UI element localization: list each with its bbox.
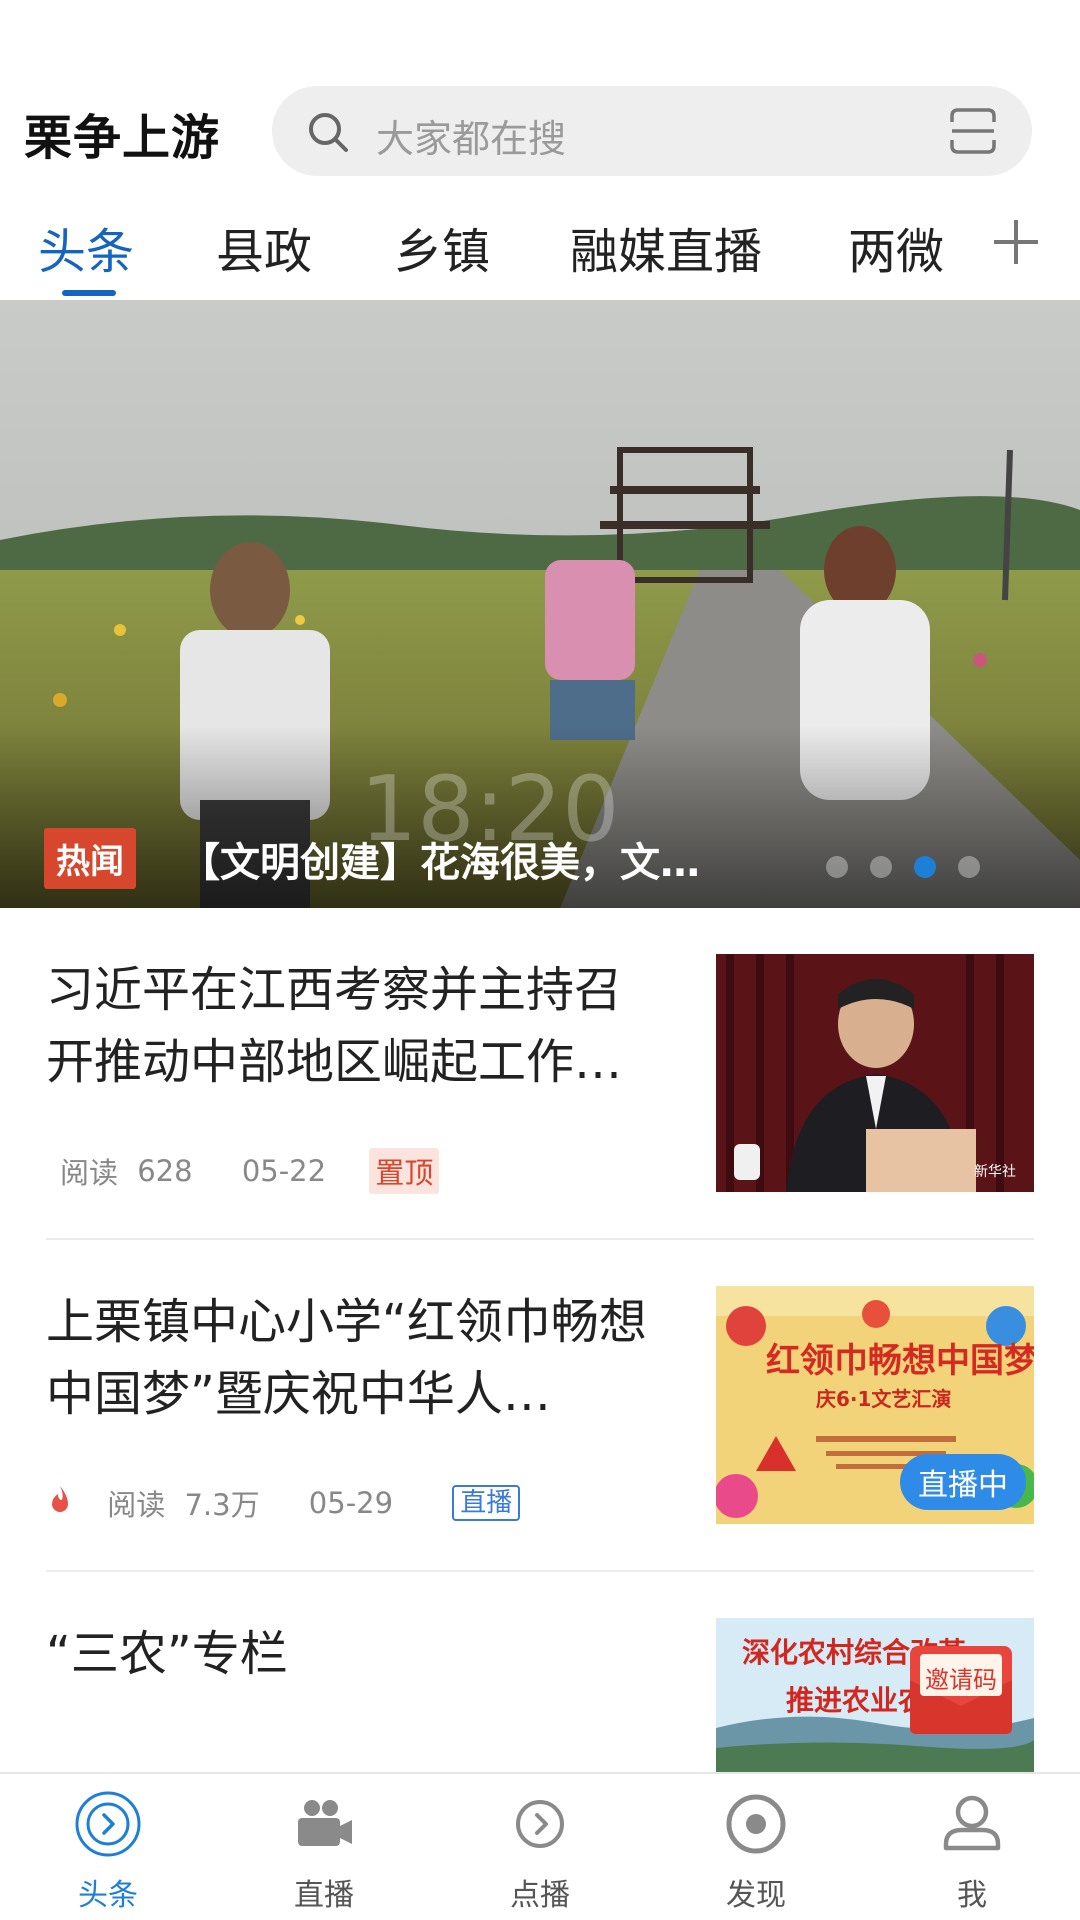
invite-code-badge[interactable]: 邀请码 — [908, 1640, 1014, 1736]
header: 栗争上游 大家都在搜 — [0, 0, 1080, 190]
channel-tabs: 头条 县政 乡镇 融媒直播 两微 — [0, 200, 1080, 300]
discover-icon — [726, 1794, 786, 1854]
nav-live[interactable]: 直播 — [216, 1774, 432, 1920]
hero-title[interactable]: 【文明创建】花海很美，文… — [180, 830, 700, 888]
live-now-pill: 直播中 — [900, 1454, 1026, 1510]
divider — [46, 1570, 1034, 1572]
hero-image: 18:20 — [0, 300, 1080, 908]
play-circle-icon — [516, 1800, 564, 1848]
news-thumbnail[interactable]: 新华社 — [716, 954, 1034, 1192]
news-item[interactable]: 上栗镇中心小学“红领巾畅想中国梦”暨庆祝中华人… 阅读 7.3万 05-29 直… — [46, 1286, 1034, 1526]
hero-carousel[interactable]: 18:20 热闻 【文明创建】花海很美，文… — [0, 300, 1080, 908]
news-item[interactable]: 习近平在江西考察并主持召开推动中部地区崛起工作… 阅读 628 05-22 置顶… — [46, 954, 1034, 1194]
news-meta: 阅读 628 05-22 置顶 — [46, 1148, 440, 1194]
news-thumbnail[interactable]: 红领巾畅想中国梦 庆6·1文艺汇演 直播中 — [716, 1286, 1034, 1524]
live-tag: 直播 — [452, 1485, 521, 1521]
video-camera-icon — [298, 1800, 352, 1846]
tab-media-live[interactable]: 融媒直播 — [570, 212, 762, 282]
app-title: 栗争上游 — [24, 110, 221, 166]
nav-discover[interactable]: 发现 — [648, 1774, 864, 1920]
read-label: 阅读 — [107, 1488, 166, 1522]
hot-news-badge: 热闻 — [44, 828, 136, 889]
scan-icon[interactable] — [948, 106, 998, 156]
news-title[interactable]: “三农”专栏 — [46, 1618, 666, 1690]
nav-label: 我 — [957, 1878, 987, 1913]
bottom-nav: 头条 直播 点播 发现 我 — [0, 1772, 1080, 1920]
tab-headlines[interactable]: 头条 — [38, 212, 134, 282]
carousel-dot[interactable] — [826, 856, 848, 878]
invite-code-label: 邀请码 — [925, 1666, 997, 1694]
nav-label: 发现 — [726, 1878, 786, 1913]
nav-on-demand[interactable]: 点播 — [432, 1774, 648, 1920]
carousel-dot[interactable] — [870, 856, 892, 878]
nav-headlines[interactable]: 头条 — [0, 1774, 216, 1920]
carousel-dot[interactable] — [958, 856, 980, 878]
news-title[interactable]: 上栗镇中心小学“红领巾畅想中国梦”暨庆祝中华人… — [46, 1286, 666, 1430]
tab-weibo-wechat[interactable]: 两微 — [848, 212, 944, 282]
read-count: 628 — [137, 1154, 193, 1188]
carousel-dot-active[interactable] — [914, 856, 936, 878]
tab-townships[interactable]: 乡镇 — [394, 212, 490, 282]
publish-date: 05-29 — [308, 1486, 394, 1520]
news-meta: 阅读 7.3万 05-29 直播 — [46, 1482, 521, 1524]
headline-icon — [75, 1791, 141, 1857]
nav-label: 直播 — [294, 1878, 354, 1913]
nav-label: 点播 — [510, 1878, 570, 1913]
nav-me[interactable]: 我 — [864, 1774, 1080, 1920]
news-title[interactable]: 习近平在江西考察并主持召开推动中部地区崛起工作… — [46, 954, 666, 1098]
thumb-caption: 新华社 — [974, 1164, 1016, 1180]
search-icon — [309, 113, 348, 152]
read-label: 阅读 — [60, 1156, 119, 1190]
flame-icon — [46, 1484, 74, 1523]
thumb-subcaption: 庆6·1文艺汇演 — [816, 1387, 951, 1411]
news-item[interactable]: “三农”专栏 深化农村综合改革 推进农业农村 — [46, 1618, 1034, 1772]
search-input[interactable]: 大家都在搜 — [376, 108, 566, 163]
active-tab-indicator — [62, 290, 116, 296]
add-channel-icon[interactable] — [990, 216, 1042, 268]
search-bar[interactable]: 大家都在搜 — [272, 86, 1032, 176]
divider — [46, 1238, 1034, 1240]
thumb-caption: 红领巾畅想中国梦 — [766, 1341, 1034, 1381]
nav-label: 头条 — [78, 1878, 138, 1913]
user-icon — [943, 1795, 1001, 1851]
tab-county-affairs[interactable]: 县政 — [216, 212, 312, 282]
news-thumbnail-image: 新华社 — [716, 954, 1034, 1192]
pinned-tag: 置顶 — [369, 1148, 440, 1194]
publish-date: 05-22 — [241, 1154, 327, 1188]
read-count: 7.3万 — [184, 1488, 260, 1522]
